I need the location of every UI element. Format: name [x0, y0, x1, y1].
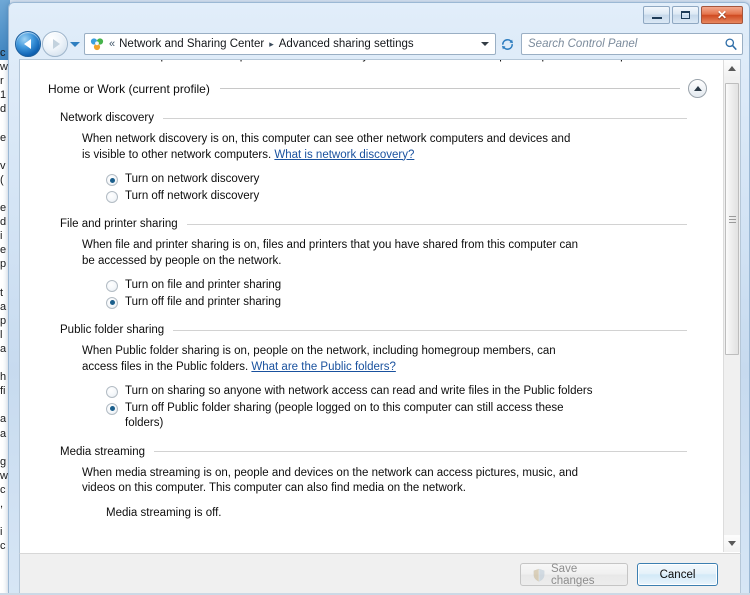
chevron-down-icon	[728, 541, 736, 546]
section-header: Media streaming	[60, 446, 687, 458]
chevron-down-icon	[70, 41, 80, 47]
back-button[interactable]	[15, 31, 41, 57]
radio-option-turn-off-file-and-printer-sharing[interactable]: Turn off file and printer sharing	[106, 295, 687, 311]
radio-label: Turn on file and printer sharing	[125, 279, 282, 291]
radio-label: Turn off Public folder sharing (people l…	[125, 401, 564, 430]
section-description: When Public folder sharing is on, people…	[82, 344, 579, 375]
radio-group-network-discovery: Turn on network discovery Turn off netwo…	[82, 172, 687, 204]
breadcrumb-dropdown-button[interactable]	[477, 34, 493, 54]
chevron-down-icon	[481, 42, 489, 46]
address-bar: « Network and Sharing Center ▸ Advanced …	[9, 29, 750, 59]
section-rule	[186, 223, 687, 225]
radio-indicator[interactable]	[106, 296, 118, 309]
minimize-icon	[651, 17, 662, 19]
save-changes-label: Save changes	[551, 562, 595, 587]
save-changes-button[interactable]: Save changes	[520, 562, 628, 587]
scrollbar-grip-icon	[728, 215, 736, 223]
scroll-viewport: Windows creates a separate network profi…	[20, 60, 725, 552]
section-public-folder-sharing: Public folder sharing When Public folder…	[20, 324, 725, 432]
intro-paragraph: Windows creates a separate network profi…	[20, 60, 725, 64]
section-rule	[162, 117, 687, 119]
section-body: When Public folder sharing is on, people…	[60, 336, 687, 432]
maximize-icon	[681, 11, 690, 19]
radio-group-public-folder-sharing: Turn on sharing so anyone with network a…	[82, 384, 687, 432]
search-box[interactable]	[521, 33, 743, 55]
what-is-network-discovery-link[interactable]: What is network discovery?	[274, 149, 414, 161]
radio-option-turn-off-public-folder-sharing[interactable]: Turn off Public folder sharing (people l…	[106, 401, 687, 432]
vertical-scrollbar[interactable]	[723, 60, 740, 552]
radio-indicator[interactable]	[106, 190, 118, 203]
radio-group-file-and-printer-sharing: Turn on file and printer sharing Turn of…	[82, 278, 687, 310]
caption-button-group: ✕	[643, 6, 743, 24]
radio-label: Turn off file and printer sharing	[125, 295, 281, 308]
section-title: Public folder sharing	[60, 324, 165, 336]
cancel-button[interactable]: Cancel	[637, 563, 718, 586]
media-streaming-status: Media streaming is off.	[106, 506, 222, 519]
section-description: When media streaming is on, people and d…	[82, 466, 579, 495]
section-file-and-printer-sharing: File and printer sharing When file and p…	[20, 218, 725, 310]
refresh-button[interactable]	[497, 33, 517, 55]
collapse-profile-button[interactable]	[688, 79, 707, 98]
back-arrow-icon	[23, 39, 31, 49]
radio-option-turn-off-network-discovery[interactable]: Turn off network discovery	[106, 189, 687, 205]
recent-pages-button[interactable]	[68, 31, 82, 57]
breadcrumb[interactable]: « Network and Sharing Center ▸ Advanced …	[84, 33, 496, 55]
scroll-down-button[interactable]	[724, 535, 740, 552]
section-description: When network discovery is on, this compu…	[82, 132, 579, 163]
scrollbar-thumb[interactable]	[725, 83, 739, 355]
scroll-content: Windows creates a separate network profi…	[20, 60, 725, 552]
radio-indicator[interactable]	[106, 386, 118, 398]
radio-option-turn-on-file-and-printer-sharing[interactable]: Turn on file and printer sharing	[106, 278, 687, 294]
scroll-up-button[interactable]	[724, 60, 740, 77]
chevron-up-icon	[693, 86, 702, 91]
radio-label: Turn on network discovery	[125, 173, 260, 185]
section-body: When media streaming is on, people and d…	[60, 458, 687, 519]
breadcrumb-item-advanced-sharing-settings[interactable]: Advanced sharing settings	[279, 38, 414, 50]
settings-content-pane: Windows creates a separate network profi…	[19, 59, 741, 553]
section-header: Public folder sharing	[60, 324, 687, 336]
section-title: File and printer sharing	[60, 218, 178, 230]
breadcrumb-item-network-and-sharing-center[interactable]: Network and Sharing Center	[119, 38, 264, 50]
radio-label: Turn off network discovery	[125, 189, 260, 202]
refresh-icon	[501, 38, 513, 50]
minimize-button[interactable]	[643, 6, 670, 24]
profile-header-row: Home or Work (current profile)	[20, 79, 725, 98]
close-icon: ✕	[716, 8, 728, 22]
radio-option-turn-on-public-folder-sharing[interactable]: Turn on sharing so anyone with network a…	[106, 384, 687, 400]
section-header: Network discovery	[60, 112, 687, 124]
what-are-the-public-folders-link[interactable]: What are the Public folders?	[251, 361, 395, 373]
radio-indicator[interactable]	[106, 280, 118, 292]
chevron-up-icon	[728, 66, 736, 71]
network-sharing-center-icon	[89, 36, 105, 52]
cancel-label: Cancel	[659, 568, 696, 581]
breadcrumb-separator-icon[interactable]: ▸	[269, 39, 274, 50]
section-title: Media streaming	[60, 445, 146, 458]
control-panel-window: ✕ « Network and Sharing Center ▸ Advance…	[8, 2, 750, 595]
radio-indicator[interactable]	[106, 174, 118, 186]
section-body: When network discovery is on, this compu…	[60, 124, 687, 204]
section-body: When file and printer sharing is on, fil…	[60, 230, 687, 310]
close-button[interactable]: ✕	[701, 6, 743, 24]
radio-label: Turn on sharing so anyone with network a…	[125, 385, 593, 397]
section-description: When file and printer sharing is on, fil…	[82, 239, 579, 267]
command-bar: Save changes Cancel	[19, 553, 741, 595]
radio-indicator[interactable]	[106, 402, 118, 415]
radio-option-turn-on-network-discovery[interactable]: Turn on network discovery	[106, 172, 687, 188]
section-media-streaming: Media streaming When media streaming is …	[20, 446, 725, 519]
forward-arrow-icon	[52, 39, 60, 49]
section-header: File and printer sharing	[60, 218, 687, 230]
section-rule	[173, 329, 687, 331]
search-icon[interactable]	[724, 37, 738, 51]
forward-button[interactable]	[42, 31, 68, 57]
window-titlebar: ✕	[9, 3, 750, 29]
search-input[interactable]	[528, 38, 724, 50]
breadcrumb-overflow-chevrons[interactable]: «	[109, 38, 115, 50]
uac-shield-icon	[532, 568, 546, 582]
profile-rule	[219, 88, 680, 89]
section-title: Network discovery	[60, 112, 154, 124]
section-network-discovery: Network discovery When network discovery…	[20, 112, 725, 204]
profile-title: Home or Work (current profile)	[48, 81, 210, 96]
maximize-button[interactable]	[672, 6, 699, 24]
section-rule	[154, 451, 687, 452]
